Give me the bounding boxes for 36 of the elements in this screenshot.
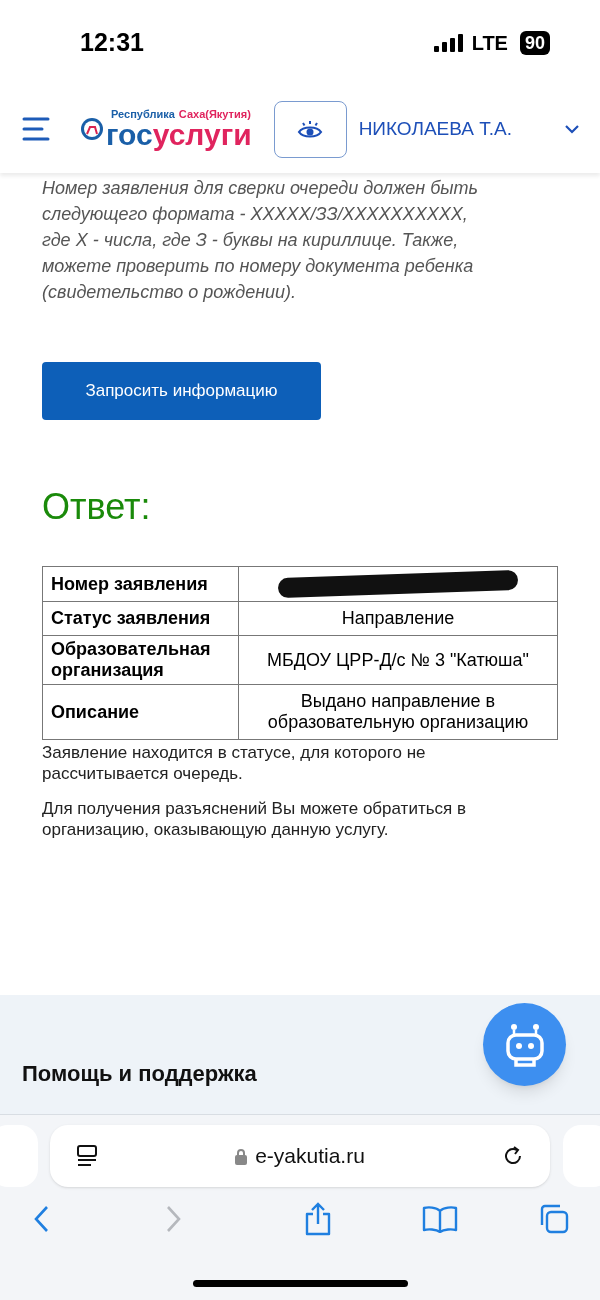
- brand-logo-text: услуги: [152, 120, 252, 150]
- accessibility-button[interactable]: [273, 100, 347, 158]
- network-label: LTE: [471, 30, 508, 56]
- reader-icon[interactable]: [75, 1144, 99, 1168]
- address-bar[interactable]: e-yakutia.ru: [50, 1125, 550, 1187]
- row-value: Направление: [238, 601, 558, 636]
- brand-caption: Республика: [111, 108, 175, 120]
- row-value: Выдано направление в образовательную организацию: [238, 684, 558, 740]
- row-label: Статус заявления: [42, 601, 239, 636]
- format-hint: Номер заявления для сверки очереди должен быть следующего формата - XXXXX/ЗЗ/XXXXXXXXXX, где X - числа, где З - буквы на кириллице. Также, можете проверить по номеру документа ребенка (свидетельство о рождении).: [42, 177, 480, 304]
- eye-icon: [297, 119, 324, 139]
- lock-icon: [235, 1147, 248, 1165]
- row-label: Номер заявления: [42, 566, 239, 602]
- url-text: e-yakutia.ru: [255, 1143, 365, 1170]
- user-name[interactable]: НИКОЛАЕВА Т.А.: [358, 114, 512, 144]
- info-note: Для получения разъяснений Вы можете обратиться в организацию, оказывающую данную услугу.: [42, 798, 467, 840]
- answer-heading: Ответ:: [42, 485, 152, 529]
- request-info-button[interactable]: Запросить информацию: [42, 362, 321, 420]
- tabs-icon[interactable]: [538, 1203, 570, 1235]
- back-icon[interactable]: [32, 1205, 50, 1233]
- row-label: Образовательная организация: [42, 635, 239, 685]
- info-note: Заявление находится в статусе, для которого не рассчитывается очередь.: [42, 742, 427, 784]
- share-icon[interactable]: [303, 1202, 332, 1236]
- help-heading: Помощь и поддержка: [22, 1060, 257, 1088]
- robot-icon: [503, 1022, 546, 1067]
- battery-level: 90: [519, 30, 550, 55]
- brand-logo-text: гос: [106, 120, 153, 150]
- menu-icon[interactable]: [22, 117, 50, 141]
- clock-time: 12:31: [80, 26, 144, 58]
- row-label: Описание: [42, 684, 239, 740]
- signal-icon: [433, 33, 464, 52]
- row-value: МБДОУ ЦРР-Д/с № 3 "Катюша": [238, 635, 558, 685]
- brand-caption: Саха(Якутия): [178, 108, 251, 120]
- chevron-down-icon[interactable]: [564, 124, 580, 134]
- book-icon[interactable]: [421, 1205, 458, 1233]
- emblem-icon: [80, 117, 104, 141]
